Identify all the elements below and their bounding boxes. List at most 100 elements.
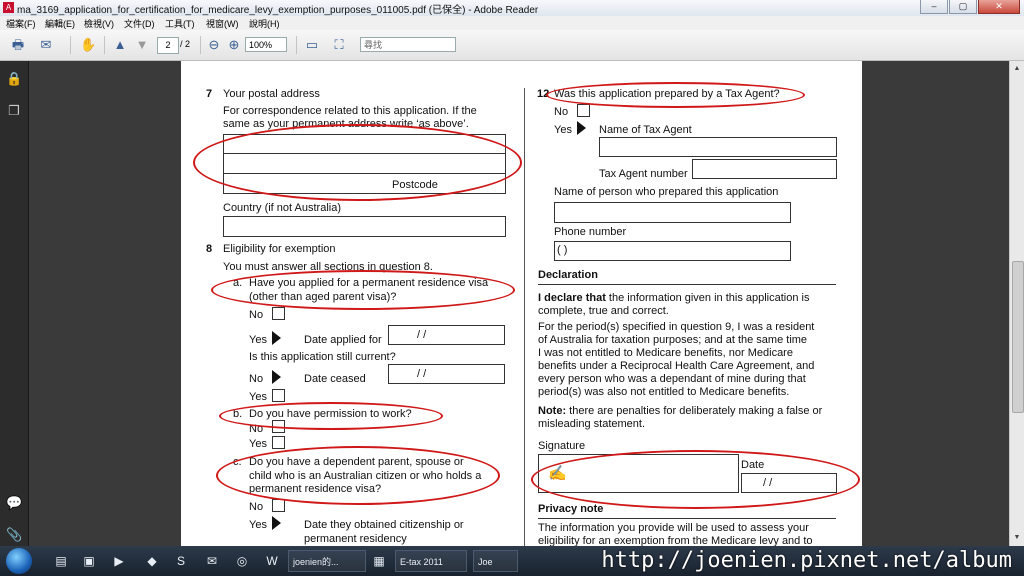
minimize-button[interactable]: – [920, 0, 948, 14]
chrome-icon[interactable]: ◎ [233, 552, 251, 570]
taskbar-item-etax[interactable]: E-tax 2011 [395, 550, 467, 572]
next-page-icon[interactable]: ▼ [134, 37, 150, 53]
pdf-page: 7 Your postal address For correspondence… [181, 61, 862, 546]
page-total: / 2 [180, 39, 191, 49]
q12-title: Was this application prepared by a Tax A… [554, 88, 780, 100]
privacy-heading: Privacy note [538, 503, 604, 515]
declaration-heading: Declaration [538, 269, 598, 281]
start-button[interactable] [6, 548, 32, 574]
privacy-rule [538, 518, 836, 519]
menu-view[interactable]: 檢視(V) [84, 17, 114, 30]
postal-address-field[interactable] [223, 134, 506, 194]
hand-icon[interactable]: ✋ [80, 37, 96, 53]
date-ceased-field[interactable] [388, 364, 505, 384]
q8c-yes-checkbox[interactable] [272, 516, 281, 530]
adobe-reader-icon: A [3, 2, 14, 13]
menu-bar: 檔案(F) 編輯(E) 檢視(V) 文件(D) 工具(T) 視窗(W) 說明(H… [0, 16, 1024, 30]
pages-icon[interactable]: ❐ [6, 103, 22, 119]
menu-tools[interactable]: 工具(T) [165, 17, 195, 30]
scroll-thumb[interactable] [1012, 261, 1024, 413]
media-player-icon[interactable]: ▶ [110, 552, 128, 570]
menu-edit[interactable]: 編輯(E) [45, 17, 75, 30]
date-applied-label: Date applied for [304, 334, 382, 346]
q8c-line2: child who is an Australian citizen or wh… [249, 470, 482, 482]
q8b-yes-checkbox[interactable] [272, 436, 285, 449]
previous-page-icon[interactable]: ▲ [112, 37, 128, 53]
preparer-field[interactable] [554, 202, 791, 223]
print-icon[interactable]: 🖶 [10, 37, 26, 53]
vertical-scrollbar[interactable]: ▲ ▼ [1009, 61, 1024, 546]
zoom-in-icon[interactable]: ⊕ [226, 37, 242, 53]
menu-document[interactable]: 文件(D) [124, 17, 155, 30]
scroll-down-arrow-icon[interactable]: ▼ [1011, 532, 1023, 544]
still-current-no-checkbox[interactable] [272, 370, 281, 384]
app-icon[interactable]: ◆ [143, 552, 161, 570]
search-input[interactable]: 尋找 [360, 37, 456, 52]
close-button[interactable]: ✕ [978, 0, 1020, 14]
country-field[interactable] [223, 216, 506, 237]
toolbar: 🖶 ✉ ✋ ▲ ▼ 2 / 2 ⊖ ⊕ 100% ▭ ⛶ 尋找 [0, 30, 1024, 61]
taskbar-item-browser[interactable]: joenien的... [288, 550, 366, 572]
attachment-icon[interactable]: 📎 [6, 527, 22, 543]
address-line-divider [223, 173, 505, 174]
fit-page-icon[interactable]: ▭ [304, 37, 320, 53]
q8b-no-checkbox[interactable] [272, 420, 285, 433]
toolbar-separator [70, 36, 71, 54]
q8c-yes-label: Yes [249, 519, 267, 531]
menu-file[interactable]: 檔案(F) [6, 17, 36, 30]
comments-icon[interactable]: 💬 [6, 495, 22, 511]
app-icon[interactable]: ▦ [370, 552, 388, 570]
signature-field[interactable] [538, 454, 739, 493]
q12-number: 12 [537, 88, 550, 100]
tax-agent-number-field[interactable] [692, 159, 837, 179]
explorer-icon[interactable]: ▣ [80, 552, 98, 570]
declaration-date-slashes: / / [763, 477, 773, 489]
folder-icon[interactable]: ▤ [52, 552, 70, 570]
fit-width-icon[interactable]: ⛶ [331, 37, 347, 53]
q7-desc-line1: For correspondence related to this appli… [223, 105, 477, 117]
menu-window[interactable]: 視窗(W) [206, 17, 239, 30]
share-icon[interactable]: ✉ [38, 37, 54, 53]
declaration-line4: of Australia for taxation purposes; and … [538, 334, 808, 346]
toolbar-separator [296, 36, 297, 54]
phone-parens: ( ) [557, 244, 568, 256]
q8c-label: c. [233, 456, 242, 468]
zoom-select[interactable]: 100% [245, 37, 287, 52]
preparer-label: Name of person who prepared this applica… [554, 186, 779, 198]
still-current-yes-checkbox[interactable] [272, 389, 285, 402]
menu-help[interactable]: 說明(H) [249, 17, 280, 30]
q8a-no-label: No [249, 309, 264, 321]
word-icon[interactable]: W [263, 552, 281, 570]
declaration-line5: I was not entitled to Medicare benefits,… [538, 347, 793, 359]
zoom-out-icon[interactable]: ⊖ [206, 37, 222, 53]
mail-icon[interactable]: ✉ [203, 552, 221, 570]
navigation-sidebar: 🔒 ❐ 💬 📎 [0, 61, 29, 546]
maximize-button[interactable]: ▢ [949, 0, 977, 14]
q12-no-label: No [554, 106, 569, 118]
window-title: ma_3169_application_for_certification_fo… [17, 5, 539, 16]
phone-field[interactable] [554, 241, 791, 261]
title-bar: A ma_3169_application_for_certification_… [0, 0, 1024, 17]
taskbar-item-joe[interactable]: Joe [473, 550, 518, 572]
date-ceased-slashes: / / [417, 368, 427, 380]
q8a-line1: Have you applied for a permanent residen… [249, 277, 489, 289]
q8c-no-checkbox[interactable] [272, 499, 285, 512]
tax-agent-name-field[interactable] [599, 137, 837, 157]
q8b-no-label: No [249, 423, 264, 435]
privacy-line1: The information you provide will be used… [538, 522, 809, 534]
q8a-no-checkbox[interactable] [272, 307, 285, 320]
lock-icon[interactable]: 🔒 [6, 71, 22, 87]
q8a-yes-checkbox[interactable] [272, 331, 281, 345]
skype-icon[interactable]: S [172, 552, 190, 570]
declaration-line6: benefits under a Reciprocal Health Care … [538, 360, 815, 372]
declaration-date-field[interactable] [741, 473, 837, 493]
date-applied-field[interactable] [388, 325, 505, 345]
obtained-line1: Date they obtained citizenship or [304, 519, 464, 531]
q12-yes-checkbox[interactable] [577, 121, 586, 135]
watermark: http://joenien.pixnet.net/album [601, 548, 1012, 573]
page-number-input[interactable]: 2 [157, 37, 179, 54]
q12-no-checkbox[interactable] [577, 104, 590, 117]
q7-desc-line2: same as your permanent address write ‘as… [223, 118, 469, 130]
scroll-up-arrow-icon[interactable]: ▲ [1011, 63, 1023, 75]
note-lead: Note: [538, 405, 567, 417]
